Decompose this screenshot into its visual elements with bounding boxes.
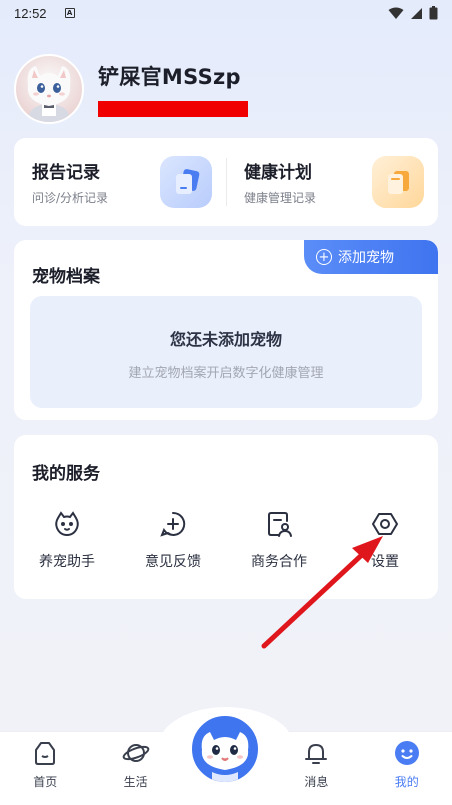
add-pet-label: 添加宠物 <box>338 250 394 266</box>
status-time: 12:52 <box>14 5 47 21</box>
feedback-icon <box>158 509 188 539</box>
service-pet-assistant-label: 养宠助手 <box>39 554 95 570</box>
records-card: 报告记录 问诊/分析记录 健康计划 健康管理记录 <box>14 138 438 226</box>
plus-circle-icon: + <box>316 249 332 265</box>
services-card: 我的服务 养宠助手 意见反馈 商务合作 设置 <box>14 435 438 599</box>
battery-icon <box>429 6 438 20</box>
tab-home-label: 首页 <box>33 775 58 789</box>
health-plan-entry[interactable]: 健康计划 健康管理记录 <box>226 138 438 226</box>
report-records-text: 报告记录 问诊/分析记录 <box>32 158 108 206</box>
service-business[interactable]: 商务合作 <box>226 509 332 571</box>
bell-icon <box>302 739 330 767</box>
tab-messages[interactable]: 消息 <box>271 739 361 790</box>
tab-mine[interactable]: 我的 <box>362 739 452 790</box>
center-mascot-button[interactable] <box>189 713 261 785</box>
service-business-label: 商务合作 <box>251 554 307 570</box>
status-bar: 12:52 A <box>0 0 452 26</box>
home-icon <box>31 739 59 767</box>
service-feedback-label: 意见反馈 <box>145 554 201 570</box>
tab-home[interactable]: 首页 <box>0 739 90 790</box>
redacted-info <box>98 101 248 117</box>
report-records-title: 报告记录 <box>32 163 100 183</box>
avatar[interactable] <box>14 54 84 124</box>
pet-empty-title: 您还未添加宠物 <box>169 330 282 349</box>
business-icon <box>264 509 294 539</box>
report-records-subtitle: 问诊/分析记录 <box>32 191 109 205</box>
user-info: 铲屎官MSSzp <box>98 61 248 117</box>
username: 铲屎官MSSzp <box>98 65 241 89</box>
service-settings[interactable]: 设置 <box>332 509 438 571</box>
service-feedback[interactable]: 意见反馈 <box>120 509 226 571</box>
pet-empty-hint: 建立宠物档案开启数字化健康管理 <box>128 366 324 381</box>
notification-icon: A <box>64 8 75 18</box>
pet-empty-state[interactable]: 您还未添加宠物 建立宠物档案开启数字化健康管理 <box>30 296 422 408</box>
pet-assistant-icon <box>52 509 82 539</box>
health-plan-text: 健康计划 健康管理记录 <box>244 158 316 206</box>
status-icons <box>388 6 438 20</box>
services-row: 养宠助手 意见反馈 商务合作 设置 <box>14 509 438 571</box>
add-pet-button[interactable]: + 添加宠物 <box>304 240 438 274</box>
services-title: 我的服务 <box>32 464 100 484</box>
pet-profile-card: 宠物档案 + 添加宠物 您还未添加宠物 建立宠物档案开启数字化健康管理 <box>14 240 438 420</box>
wifi-icon <box>388 7 404 19</box>
health-plan-subtitle: 健康管理记录 <box>244 191 317 205</box>
pet-profile-title: 宠物档案 <box>32 267 100 287</box>
center-mascot-icon <box>201 732 249 782</box>
tab-life-label: 生活 <box>123 775 148 789</box>
health-plan-title: 健康计划 <box>244 163 312 183</box>
report-icon <box>160 156 212 208</box>
tab-life[interactable]: 生活 <box>90 739 180 790</box>
signal-icon <box>411 7 422 19</box>
planet-icon <box>122 739 150 767</box>
settings-icon <box>370 509 400 539</box>
tab-messages-label: 消息 <box>304 775 329 789</box>
profile-face-icon <box>393 739 421 767</box>
plan-icon <box>372 156 424 208</box>
service-pet-assistant[interactable]: 养宠助手 <box>14 509 120 571</box>
tab-mine-label: 我的 <box>394 775 419 789</box>
report-records-entry[interactable]: 报告记录 问诊/分析记录 <box>14 138 226 226</box>
profile-header[interactable]: 铲屎官MSSzp <box>14 54 248 124</box>
service-settings-label: 设置 <box>371 554 399 570</box>
cat-avatar-icon <box>27 66 71 122</box>
